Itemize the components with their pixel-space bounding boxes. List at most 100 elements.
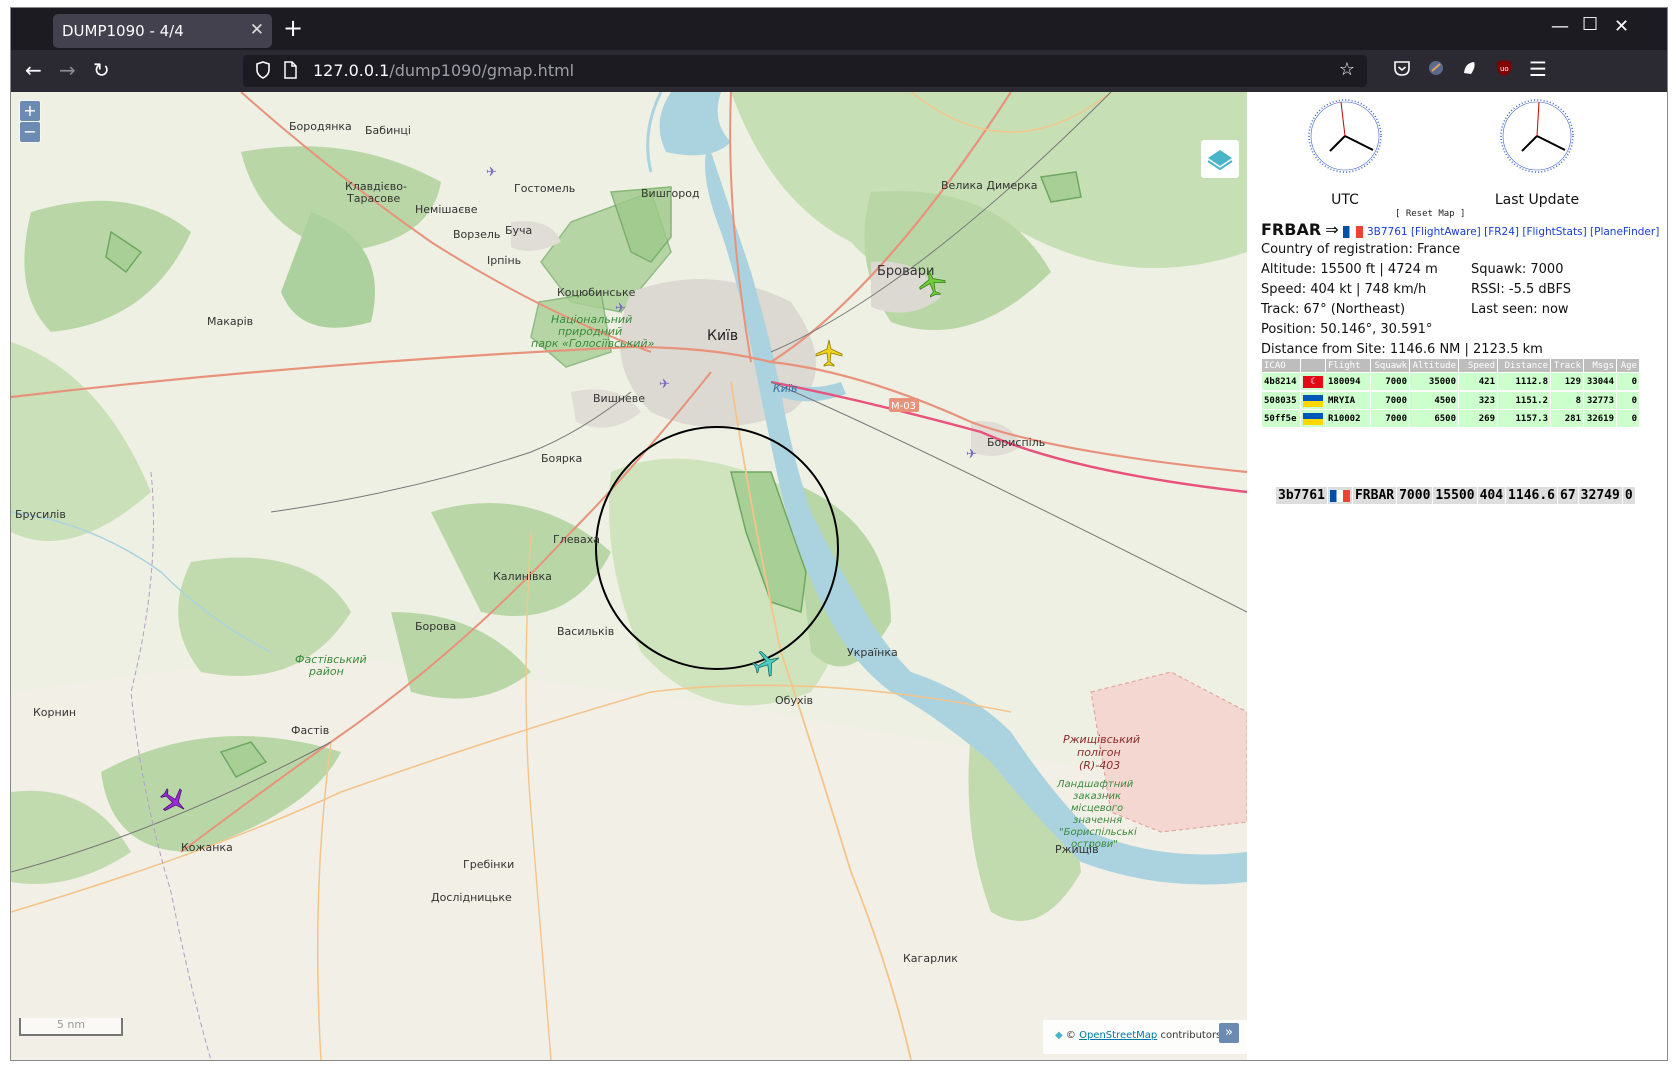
- zoom-out-button[interactable]: −: [20, 122, 40, 142]
- pocket-icon[interactable]: [1393, 59, 1411, 81]
- airport-icon: ✈: [966, 447, 977, 462]
- label-fastiv: Фастів: [291, 724, 329, 737]
- icao-link[interactable]: 3B7761: [1367, 226, 1408, 238]
- column-header[interactable]: Altitude: [1410, 359, 1458, 372]
- position-text: Position: 50.146°, 30.591°: [1261, 322, 1433, 337]
- back-icon[interactable]: ←: [25, 58, 42, 82]
- table-row[interactable]: 50ff5e R10002 7000 6500 269 1157.3 281 3…: [1262, 410, 1639, 427]
- table-row[interactable]: 508035 MRYIA 7000 4500 323 1151.2 8 3277…: [1262, 392, 1639, 409]
- label-polygon-2: полігон: [1077, 746, 1121, 759]
- last-update-clock-icon: [1500, 99, 1574, 173]
- tab-close-icon[interactable]: ✕: [250, 20, 264, 40]
- label-kyiv: Київ: [707, 328, 738, 344]
- column-header[interactable]: Squawk: [1371, 359, 1409, 372]
- rssi-text: RSSI: -5.5 dBFS: [1471, 282, 1572, 297]
- hamburger-menu-icon[interactable]: ☰: [1529, 57, 1547, 81]
- fr24-link[interactable]: [FR24]: [1484, 226, 1519, 238]
- label-doslidnytske: Дослідницьке: [431, 891, 512, 904]
- reload-icon[interactable]: ↻: [93, 58, 110, 82]
- label-babyntsi: Бабинці: [365, 124, 411, 137]
- label-zakaznyk-5: "Бориспільські: [1059, 826, 1137, 838]
- label-m03: М-03: [891, 401, 916, 412]
- utc-clock-icon: [1308, 99, 1382, 173]
- attribution-expand-button[interactable]: »: [1219, 1023, 1239, 1043]
- bookmark-star-icon[interactable]: ☆: [1339, 59, 1355, 80]
- map-view[interactable]: Бородянка Бабинці Клавдієво- Тарасове Го…: [11, 92, 1247, 1060]
- last-update-label: Last Update: [1494, 192, 1580, 208]
- label-polygon-3: (R)-403: [1079, 759, 1120, 772]
- label-ukrainka: Українка: [847, 646, 898, 659]
- label-vyshhorod: Вишгород: [641, 187, 700, 200]
- column-header[interactable]: Age: [1617, 359, 1639, 372]
- label-kornyn: Корнин: [33, 706, 76, 719]
- maximize-icon[interactable]: ☐: [1582, 14, 1598, 35]
- airport-icon: ✈: [659, 377, 670, 392]
- tab-title: DUMP1090 - 4/4: [62, 22, 184, 40]
- zoom-in-button[interactable]: +: [20, 101, 40, 121]
- label-zakaznyk-2: заказник: [1073, 791, 1121, 802]
- column-header[interactable]: Track: [1551, 359, 1583, 372]
- browser-window: DUMP1090 - 4/4 ✕ + — ☐ ✕ ← → ↻ 127.0.0.1…: [10, 7, 1668, 1061]
- forward-icon[interactable]: →: [59, 58, 76, 82]
- column-header[interactable]: Speed: [1459, 359, 1497, 372]
- layer-switcher-button[interactable]: [1201, 140, 1239, 178]
- label-hlevakha: Глеваха: [553, 533, 600, 546]
- label-kotsiubynske: Коцюбинське: [557, 286, 636, 299]
- reset-map-button[interactable]: [ Reset Map ]: [1395, 209, 1465, 219]
- aircraft-marker-50ff5e[interactable]: [917, 268, 947, 298]
- column-header[interactable]: Distance: [1498, 359, 1550, 372]
- label-boryspil: Бориспіль: [987, 436, 1045, 449]
- planefinder-link[interactable]: [PlaneFinder]: [1590, 226, 1659, 238]
- label-fastiv-raion-2: район: [308, 665, 344, 678]
- label-zakaznyk-6: острови": [1071, 839, 1118, 850]
- url-bar[interactable]: 127.0.0.1/dump1090/gmap.html ☆: [243, 55, 1367, 87]
- selected-flight: FRBAR: [1261, 220, 1322, 239]
- zoom-control: + −: [19, 100, 41, 143]
- airport-icon: ✈: [615, 301, 626, 316]
- last-seen-text: Last seen: now: [1471, 302, 1569, 317]
- label-hrebinky: Гребінки: [463, 858, 514, 871]
- distance-text: Distance from Site: 1146.6 NM | 2123.5 k…: [1261, 342, 1543, 357]
- ublock-origin-icon[interactable]: uo: [1495, 59, 1513, 81]
- new-tab-button[interactable]: +: [283, 14, 303, 42]
- column-header[interactable]: [1301, 359, 1325, 372]
- aircraft-marker-4b8214[interactable]: [159, 786, 189, 816]
- flightstats-link[interactable]: [FlightStats]: [1522, 226, 1586, 238]
- table-header-row: ICAO Flight Squawk Altitude Speed Distan…: [1262, 359, 1639, 372]
- column-header[interactable]: Flight: [1326, 359, 1370, 372]
- layers-icon: [1207, 150, 1233, 171]
- label-vorzel: Ворзель: [453, 228, 500, 241]
- minimize-icon[interactable]: —: [1551, 16, 1569, 37]
- airport-icon: ✈: [486, 165, 497, 180]
- label-brusyliv: Брусилів: [15, 508, 66, 521]
- privacy-badger-icon[interactable]: [1461, 59, 1479, 81]
- osm-logo-icon: ◆: [1055, 1030, 1063, 1041]
- flightaware-link[interactable]: [FlightAware]: [1411, 226, 1481, 238]
- utc-label: UTC: [1331, 192, 1359, 208]
- table-row[interactable]: 4b8214 ☾ 180094 7000 35000 421 1112.8 12…: [1262, 373, 1639, 390]
- country-text: Country of registration: France: [1261, 242, 1461, 257]
- france-flag-icon: [1329, 489, 1350, 502]
- openstreetmap-link[interactable]: OpenStreetMap: [1079, 1030, 1157, 1041]
- track-text: Track: 67° (Northeast): [1261, 302, 1406, 317]
- svg-text:uo: uo: [1500, 65, 1509, 73]
- tab-dump1090[interactable]: DUMP1090 - 4/4 ✕: [53, 14, 272, 48]
- window-close-icon[interactable]: ✕: [1614, 16, 1629, 37]
- attribution: ◆ © OpenStreetMap contributors. »: [1043, 1020, 1247, 1054]
- ukraine-flag-icon: [1303, 412, 1323, 425]
- label-tarasove: Тарасове: [346, 192, 400, 205]
- aircraft-table: ICAO Flight Squawk Altitude Speed Distan…: [1261, 358, 1640, 504]
- column-header[interactable]: ICAO: [1262, 359, 1300, 372]
- extension-icon[interactable]: [1427, 59, 1445, 81]
- label-borova: Борова: [415, 620, 456, 633]
- shield-icon[interactable]: [255, 61, 271, 83]
- column-header[interactable]: Msgs: [1584, 359, 1616, 372]
- aircraft-marker-508035[interactable]: [814, 338, 844, 368]
- france-flag-icon: [1342, 225, 1363, 238]
- table-row-selected[interactable]: 3b7761 FRBAR 7000 15500 404 1146.6 67 32…: [1275, 486, 1667, 505]
- label-vyshneve: Вишневе: [593, 392, 645, 405]
- label-vasylkiv: Васильків: [557, 625, 614, 638]
- aircraft-marker-3b7761[interactable]: [752, 648, 782, 678]
- turkey-flag-icon: ☾: [1303, 375, 1323, 388]
- label-nemishaeve: Немішаєве: [415, 203, 478, 216]
